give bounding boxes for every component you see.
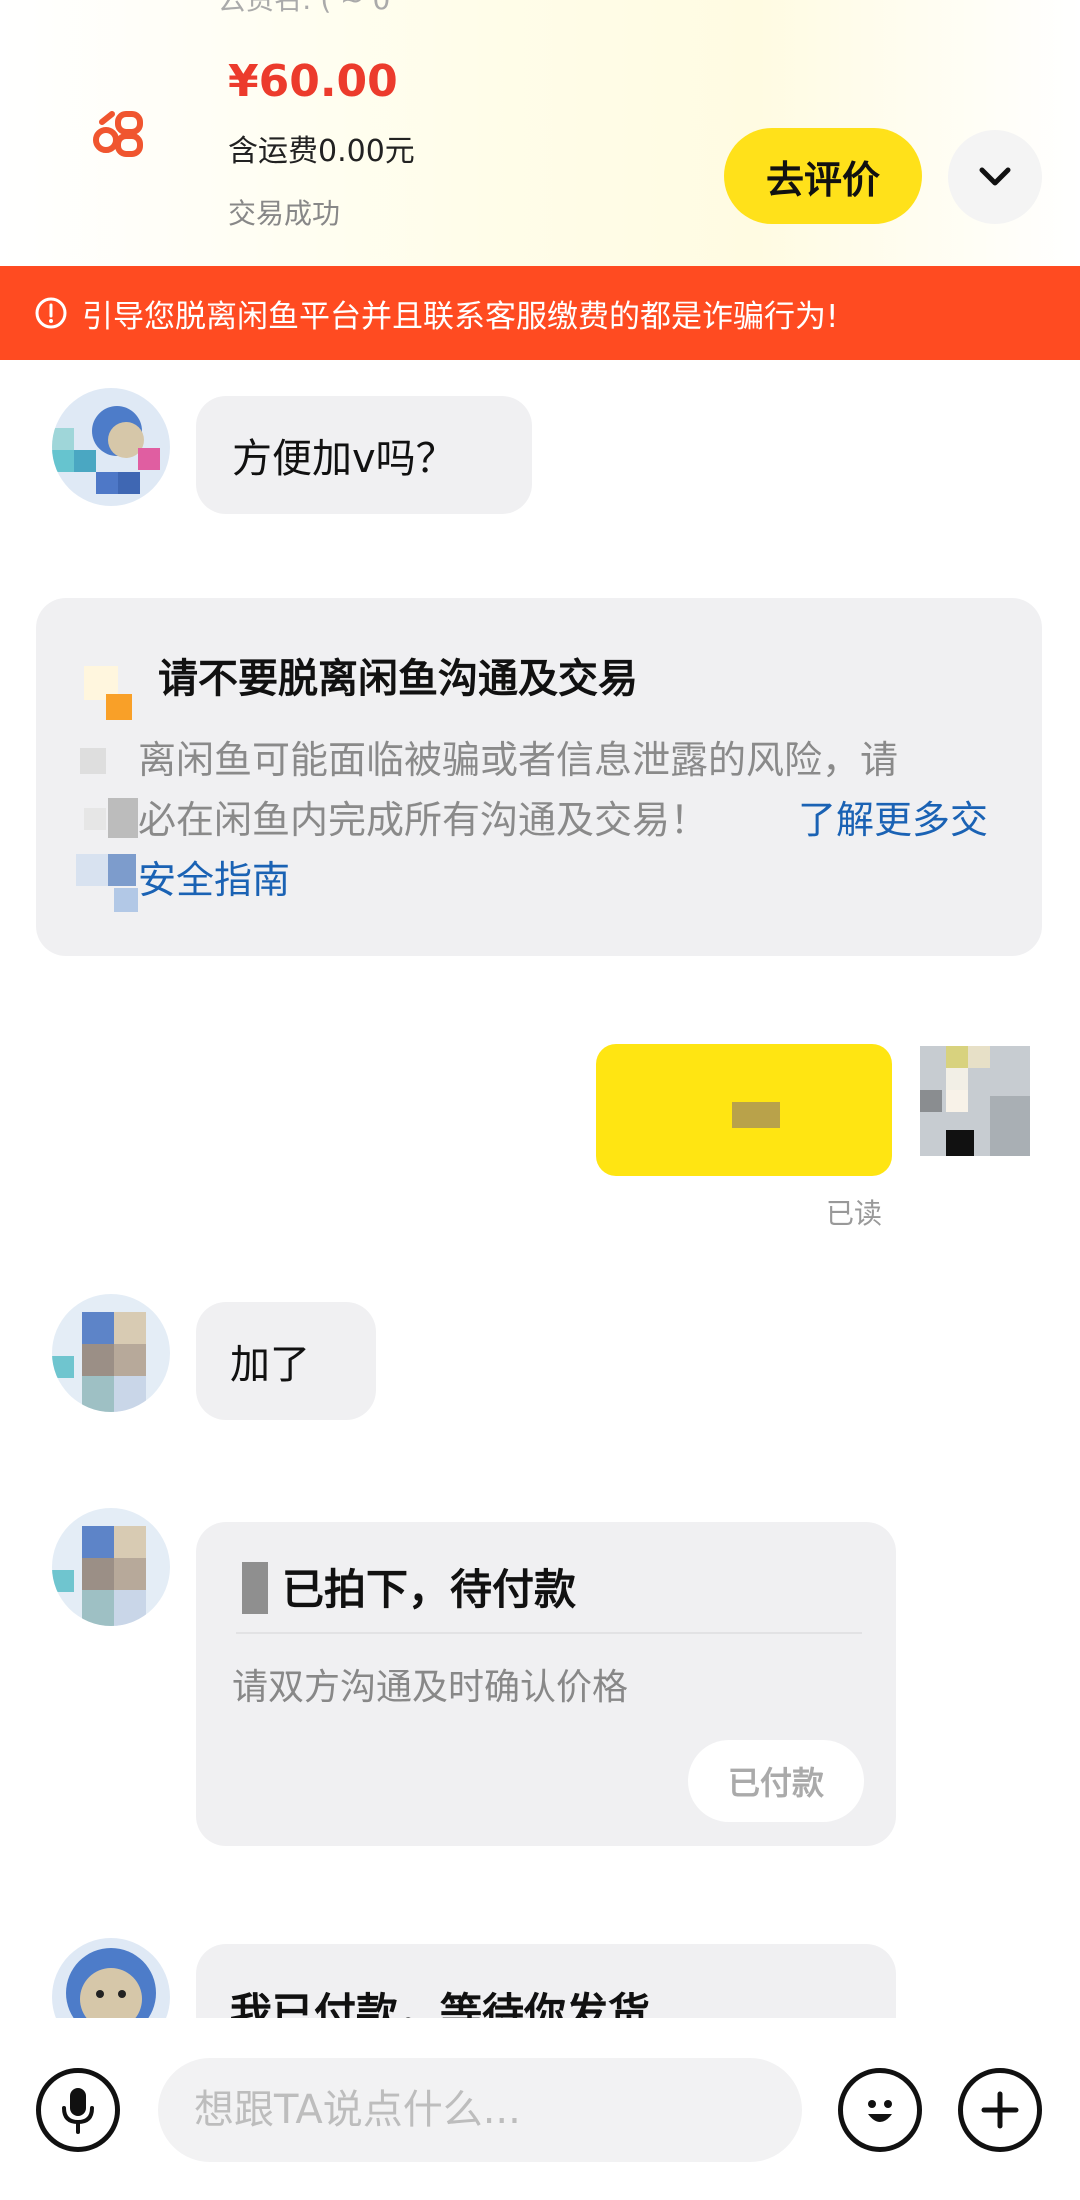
cut-off-text: 云资名: ( ~ 0 xyxy=(218,0,390,18)
xianyu-logo-icon xyxy=(93,111,143,157)
order-card-title: 已拍下，待付款 xyxy=(282,1565,577,1614)
emoji-icon xyxy=(868,2100,892,2122)
order-status-card[interactable]: 已拍下，待付款 请双方沟通及时确认价格 已付款 xyxy=(196,1522,896,1846)
divider xyxy=(236,1632,862,1634)
notice-title: 请不要脱离闲鱼沟通及交易 xyxy=(158,656,638,702)
voice-button[interactable] xyxy=(36,2068,120,2152)
safety-notice-card: 请不要脱离闲鱼沟通及交易 离闲鱼可能面临被骗或者信息泄露的风险，请 必在闲鱼内完… xyxy=(36,598,1042,956)
message-text: 方便加v吗？ xyxy=(232,436,456,482)
my-avatar[interactable] xyxy=(920,1046,1030,1156)
avatar[interactable] xyxy=(52,388,170,506)
safety-guide-link[interactable]: 了解更多交 xyxy=(798,790,988,850)
notice-body-text: 离闲鱼可能面临被骗或者信息泄露的风险，请 必在闲鱼内完成所有沟通及交易！ xyxy=(138,738,899,842)
order-header: 云资名: ( ~ 0 ¥60.00 含运费0.00元 交易成功 去评价 xyxy=(0,0,1080,266)
fraud-warning-bar: 引导您脱离闲鱼平台并且联系客服缴费的都是诈骗行为! xyxy=(0,266,1080,360)
shipping-fee: 含运费0.00元 xyxy=(228,134,415,169)
read-receipt: 已读 xyxy=(826,1197,883,1230)
review-button[interactable]: 去评价 xyxy=(724,128,922,224)
deal-status: 交易成功 xyxy=(228,197,341,230)
expand-button[interactable] xyxy=(948,130,1042,224)
chat-bubble: 加了 xyxy=(196,1302,376,1420)
chevron-down-icon xyxy=(979,167,1011,186)
message-input[interactable] xyxy=(158,2058,802,2162)
obscured-content xyxy=(242,1562,268,1614)
notice-body: 离闲鱼可能面临被骗或者信息泄露的风险，请 必在闲鱼内完成所有沟通及交易！ 了解更多… xyxy=(138,730,1028,902)
emoji-button[interactable] xyxy=(838,2068,922,2152)
fraud-warning-text: 引导您脱离闲鱼平台并且联系客服缴费的都是诈骗行为! xyxy=(82,298,839,335)
chat-bubble: 方便加v吗？ xyxy=(196,396,532,514)
alert-circle-icon xyxy=(35,297,67,329)
plus-button[interactable] xyxy=(958,2068,1042,2152)
avatar[interactable] xyxy=(52,1294,170,1412)
obscured-content xyxy=(732,1102,780,1128)
message-text: 加了 xyxy=(230,1342,310,1388)
order-price: ¥60.00 xyxy=(228,56,398,107)
microphone-icon xyxy=(62,2088,94,2134)
my-message-bubble xyxy=(596,1044,892,1176)
safety-guide-link-cont[interactable]: 安全指南 xyxy=(138,850,290,910)
order-card-desc: 请双方沟通及时确认价格 xyxy=(232,1667,629,1708)
paid-button[interactable]: 已付款 xyxy=(688,1740,864,1822)
plus-icon xyxy=(981,2091,1019,2129)
avatar[interactable] xyxy=(52,1508,170,1626)
chat-input-bar xyxy=(0,2018,1080,2200)
